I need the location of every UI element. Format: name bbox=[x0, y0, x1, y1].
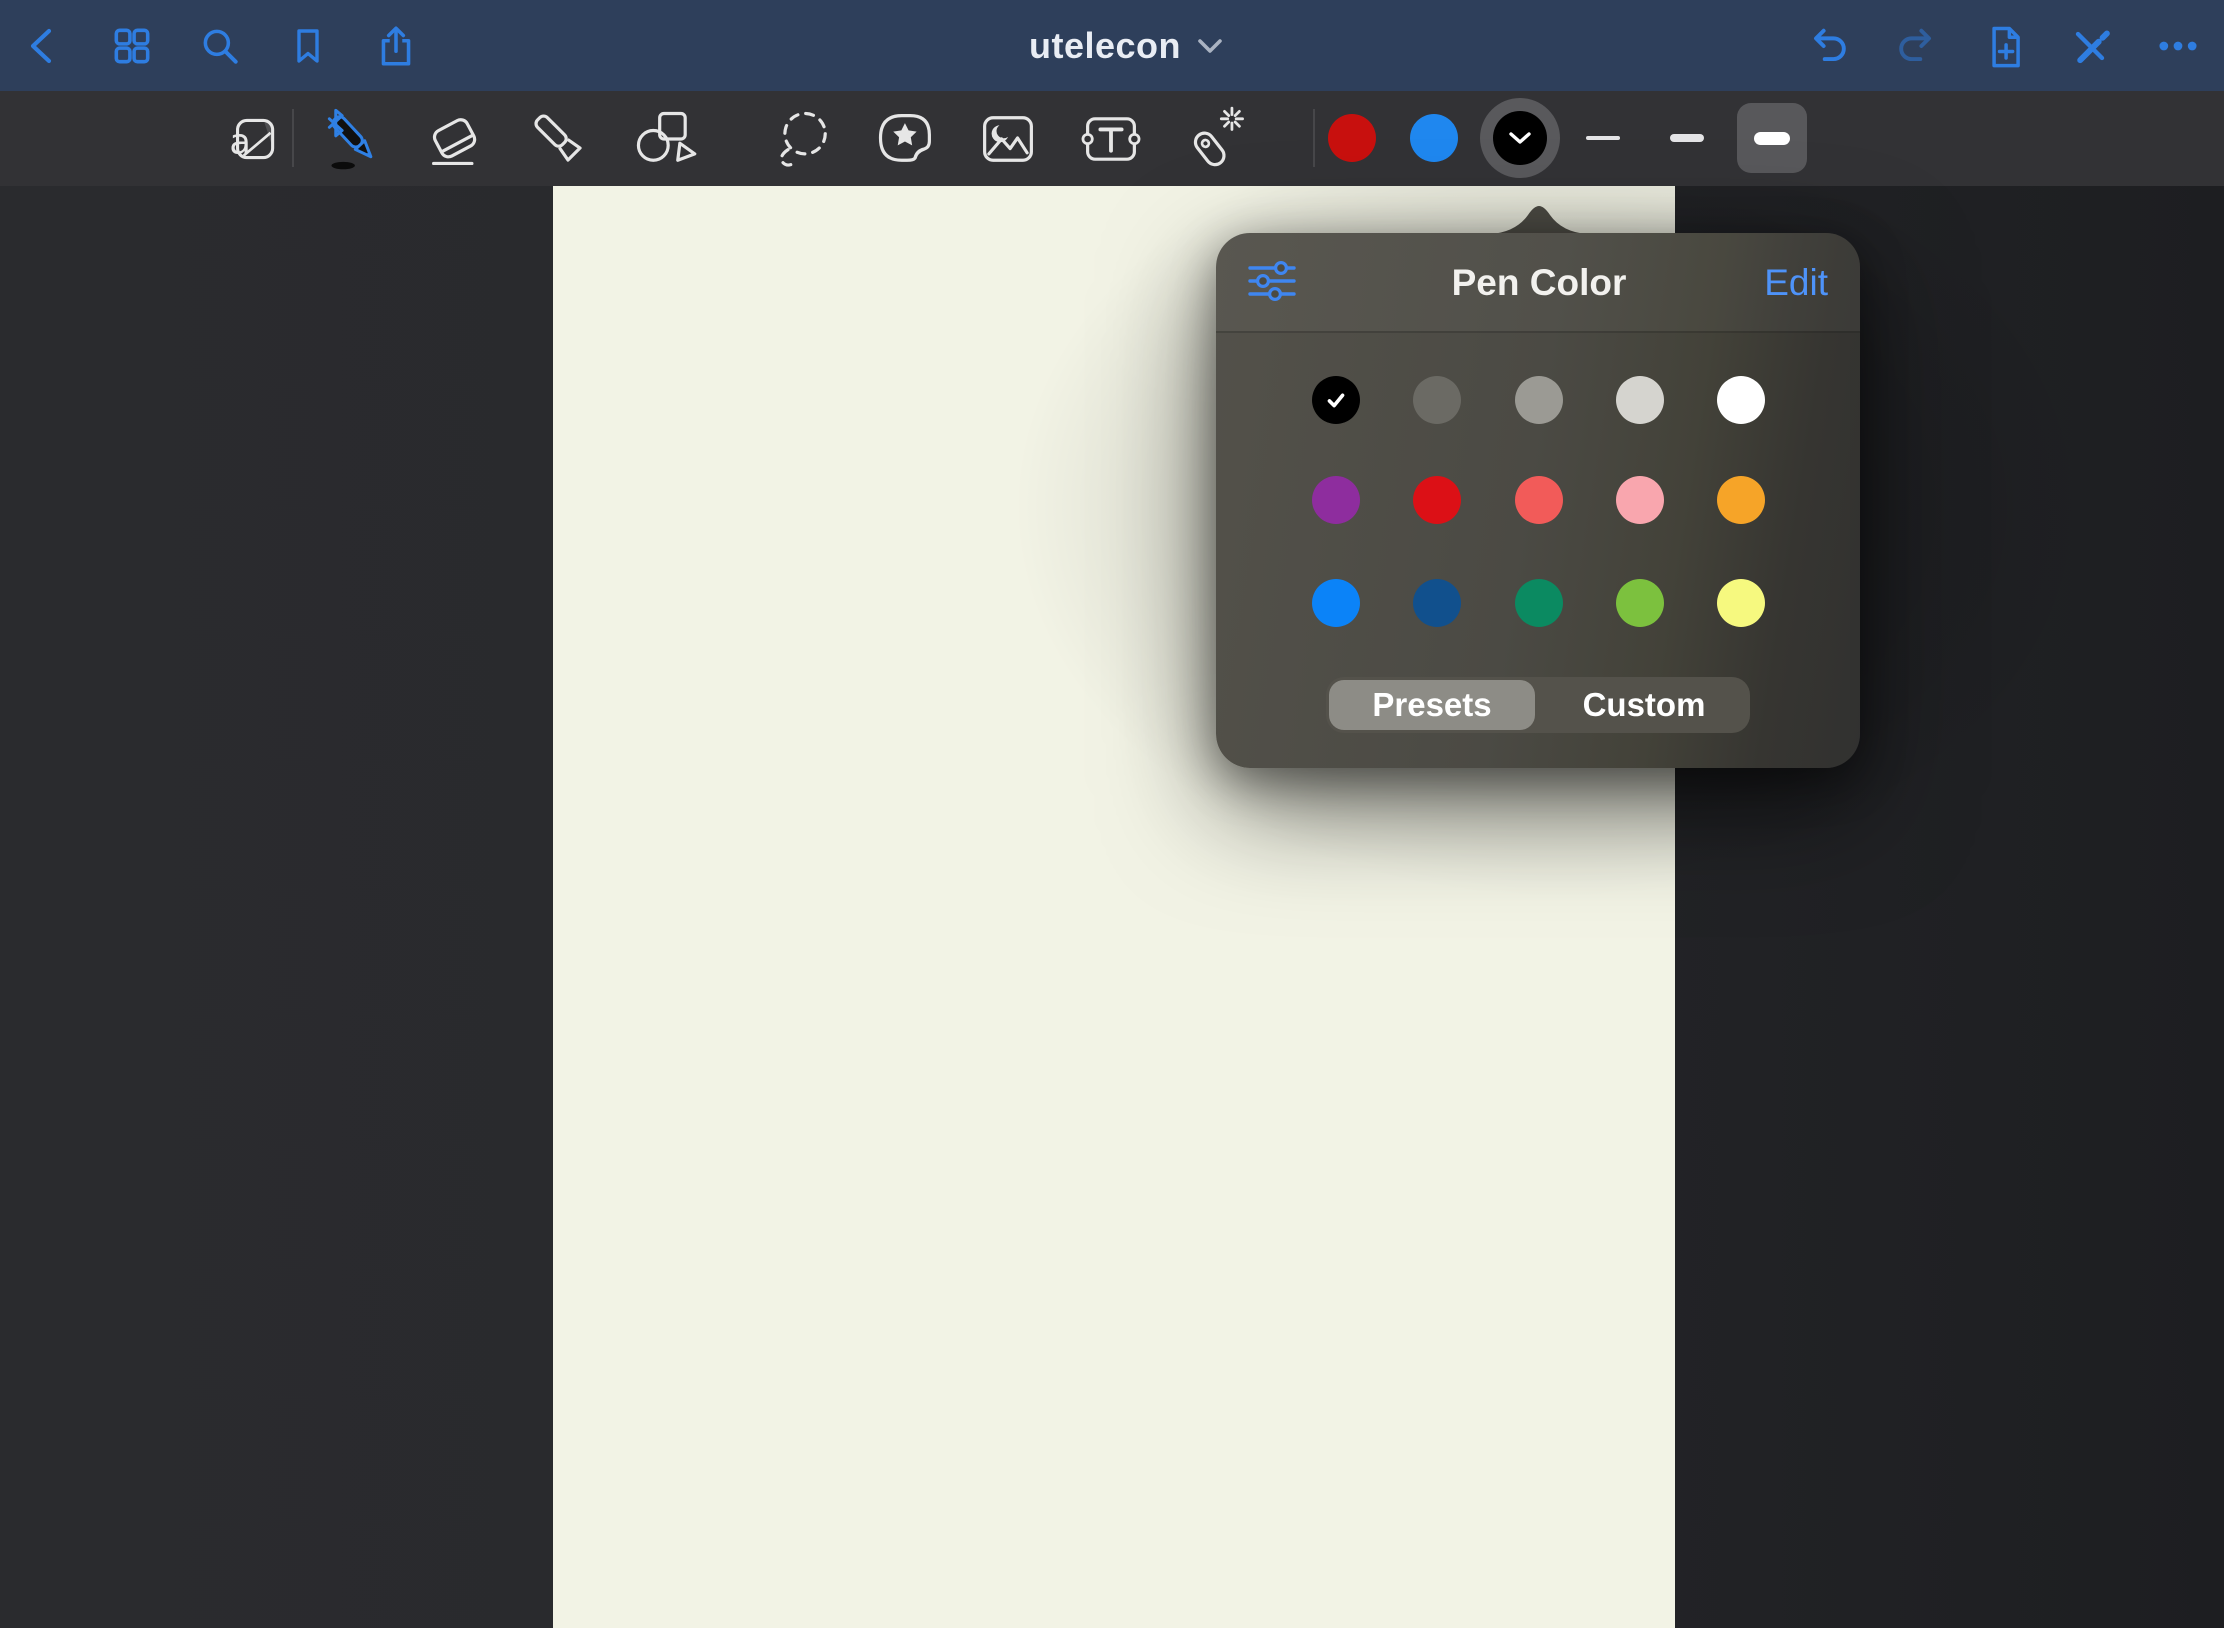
stroke-thin-sample bbox=[1586, 136, 1620, 140]
swatch-purple[interactable] bbox=[1312, 476, 1360, 524]
shapes-icon bbox=[631, 105, 699, 173]
highlighter-tool[interactable] bbox=[517, 97, 601, 181]
swatch-red[interactable] bbox=[1413, 476, 1461, 524]
quick-color-red[interactable] bbox=[1328, 114, 1376, 162]
readonly-pen-button[interactable] bbox=[2059, 15, 2121, 77]
share-button[interactable] bbox=[365, 15, 427, 77]
text-tool[interactable] bbox=[1069, 97, 1153, 181]
stroke-thick-sample bbox=[1754, 132, 1790, 145]
highlighter-icon bbox=[525, 105, 593, 173]
image-tool[interactable] bbox=[966, 97, 1050, 181]
shapes-tool[interactable] bbox=[623, 97, 707, 181]
swatch-blue[interactable] bbox=[1312, 579, 1360, 627]
tab-presets[interactable]: Presets bbox=[1372, 686, 1491, 724]
chevron-left-icon bbox=[22, 24, 66, 68]
swatch-orange[interactable] bbox=[1717, 476, 1765, 524]
share-icon bbox=[373, 23, 419, 69]
stroke-medium-sample bbox=[1670, 134, 1704, 142]
zoom-window-tool[interactable]: a bbox=[210, 97, 294, 181]
swatch-white[interactable] bbox=[1717, 376, 1765, 424]
back-button[interactable] bbox=[13, 15, 75, 77]
quick-color-black-selected[interactable] bbox=[1480, 98, 1560, 178]
document-plus-icon bbox=[1981, 22, 2029, 70]
more-button[interactable] bbox=[2147, 15, 2209, 77]
laser-pointer-icon bbox=[1182, 105, 1250, 173]
redo-icon bbox=[1893, 22, 1941, 70]
tools-toolbar: a bbox=[0, 91, 2224, 186]
tab-custom[interactable]: Custom bbox=[1583, 686, 1706, 724]
search-icon bbox=[197, 23, 243, 69]
top-navigation-bar: utelecon bbox=[0, 0, 2224, 91]
stroke-medium-button[interactable] bbox=[1652, 103, 1722, 173]
lasso-icon bbox=[770, 105, 838, 173]
pen-icon bbox=[323, 105, 391, 173]
canvas-area bbox=[0, 186, 2224, 1628]
chevron-down-icon bbox=[1508, 131, 1532, 145]
pencil-crossed-icon bbox=[2066, 22, 2114, 70]
lasso-tool[interactable] bbox=[762, 97, 846, 181]
sticker-star-icon bbox=[872, 105, 940, 173]
chevron-down-icon bbox=[1197, 38, 1223, 54]
popover-header: Pen Color Edit bbox=[1216, 233, 1860, 333]
pages-overview-button[interactable] bbox=[101, 15, 163, 77]
pen-color-popover: Pen Color Edit Presets Custom bbox=[1216, 233, 1860, 768]
swatch-teal[interactable] bbox=[1515, 579, 1563, 627]
app-screen: utelecon bbox=[0, 0, 2224, 1628]
svg-text:a: a bbox=[229, 121, 250, 162]
toolbar-separator bbox=[1313, 109, 1315, 167]
pen-tool[interactable] bbox=[315, 97, 399, 181]
swatch-pink[interactable] bbox=[1616, 476, 1664, 524]
edit-colors-button[interactable]: Edit bbox=[1764, 262, 1828, 304]
toolbar-separator bbox=[292, 109, 294, 167]
swatch-coral[interactable] bbox=[1515, 476, 1563, 524]
popover-arrow bbox=[1491, 204, 1587, 234]
bookmark-icon bbox=[286, 24, 330, 68]
pointer-tool[interactable] bbox=[1174, 97, 1258, 181]
document-title: utelecon bbox=[1029, 25, 1181, 67]
redo-button[interactable] bbox=[1886, 15, 1948, 77]
elements-tool[interactable] bbox=[864, 97, 948, 181]
stroke-thick-button[interactable] bbox=[1737, 103, 1807, 173]
grid-icon bbox=[109, 23, 155, 69]
eraser-icon bbox=[423, 105, 491, 173]
bookmark-button[interactable] bbox=[277, 15, 339, 77]
search-button[interactable] bbox=[189, 15, 251, 77]
eraser-tool[interactable] bbox=[415, 97, 499, 181]
ellipsis-icon bbox=[2154, 22, 2202, 70]
text-icon bbox=[1077, 105, 1145, 173]
image-icon bbox=[974, 105, 1042, 173]
pen-settings-button sliders-icon[interactable] bbox=[1246, 260, 1298, 302]
swatch-dark-gray[interactable] bbox=[1413, 376, 1461, 424]
presets-custom-segmented-control: Presets Custom bbox=[1326, 677, 1750, 733]
document-title-button[interactable]: utelecon bbox=[1029, 0, 1223, 91]
add-page-button[interactable] bbox=[1974, 15, 2036, 77]
quick-color-blue[interactable] bbox=[1410, 114, 1458, 162]
swatch-light-gray[interactable] bbox=[1616, 376, 1664, 424]
swatch-yellow[interactable] bbox=[1717, 579, 1765, 627]
zoom-window-icon: a bbox=[219, 106, 285, 172]
quick-color-black-swatch bbox=[1493, 111, 1547, 165]
swatch-navy[interactable] bbox=[1413, 579, 1461, 627]
swatch-black selected[interactable] bbox=[1312, 376, 1360, 424]
swatch-gray[interactable] bbox=[1515, 376, 1563, 424]
checkmark-icon bbox=[1321, 385, 1351, 415]
swatch-green[interactable] bbox=[1616, 579, 1664, 627]
popover-title: Pen Color bbox=[1452, 262, 1627, 304]
stroke-thin-button[interactable] bbox=[1568, 103, 1638, 173]
undo-button[interactable] bbox=[1797, 15, 1859, 77]
undo-icon bbox=[1804, 22, 1852, 70]
